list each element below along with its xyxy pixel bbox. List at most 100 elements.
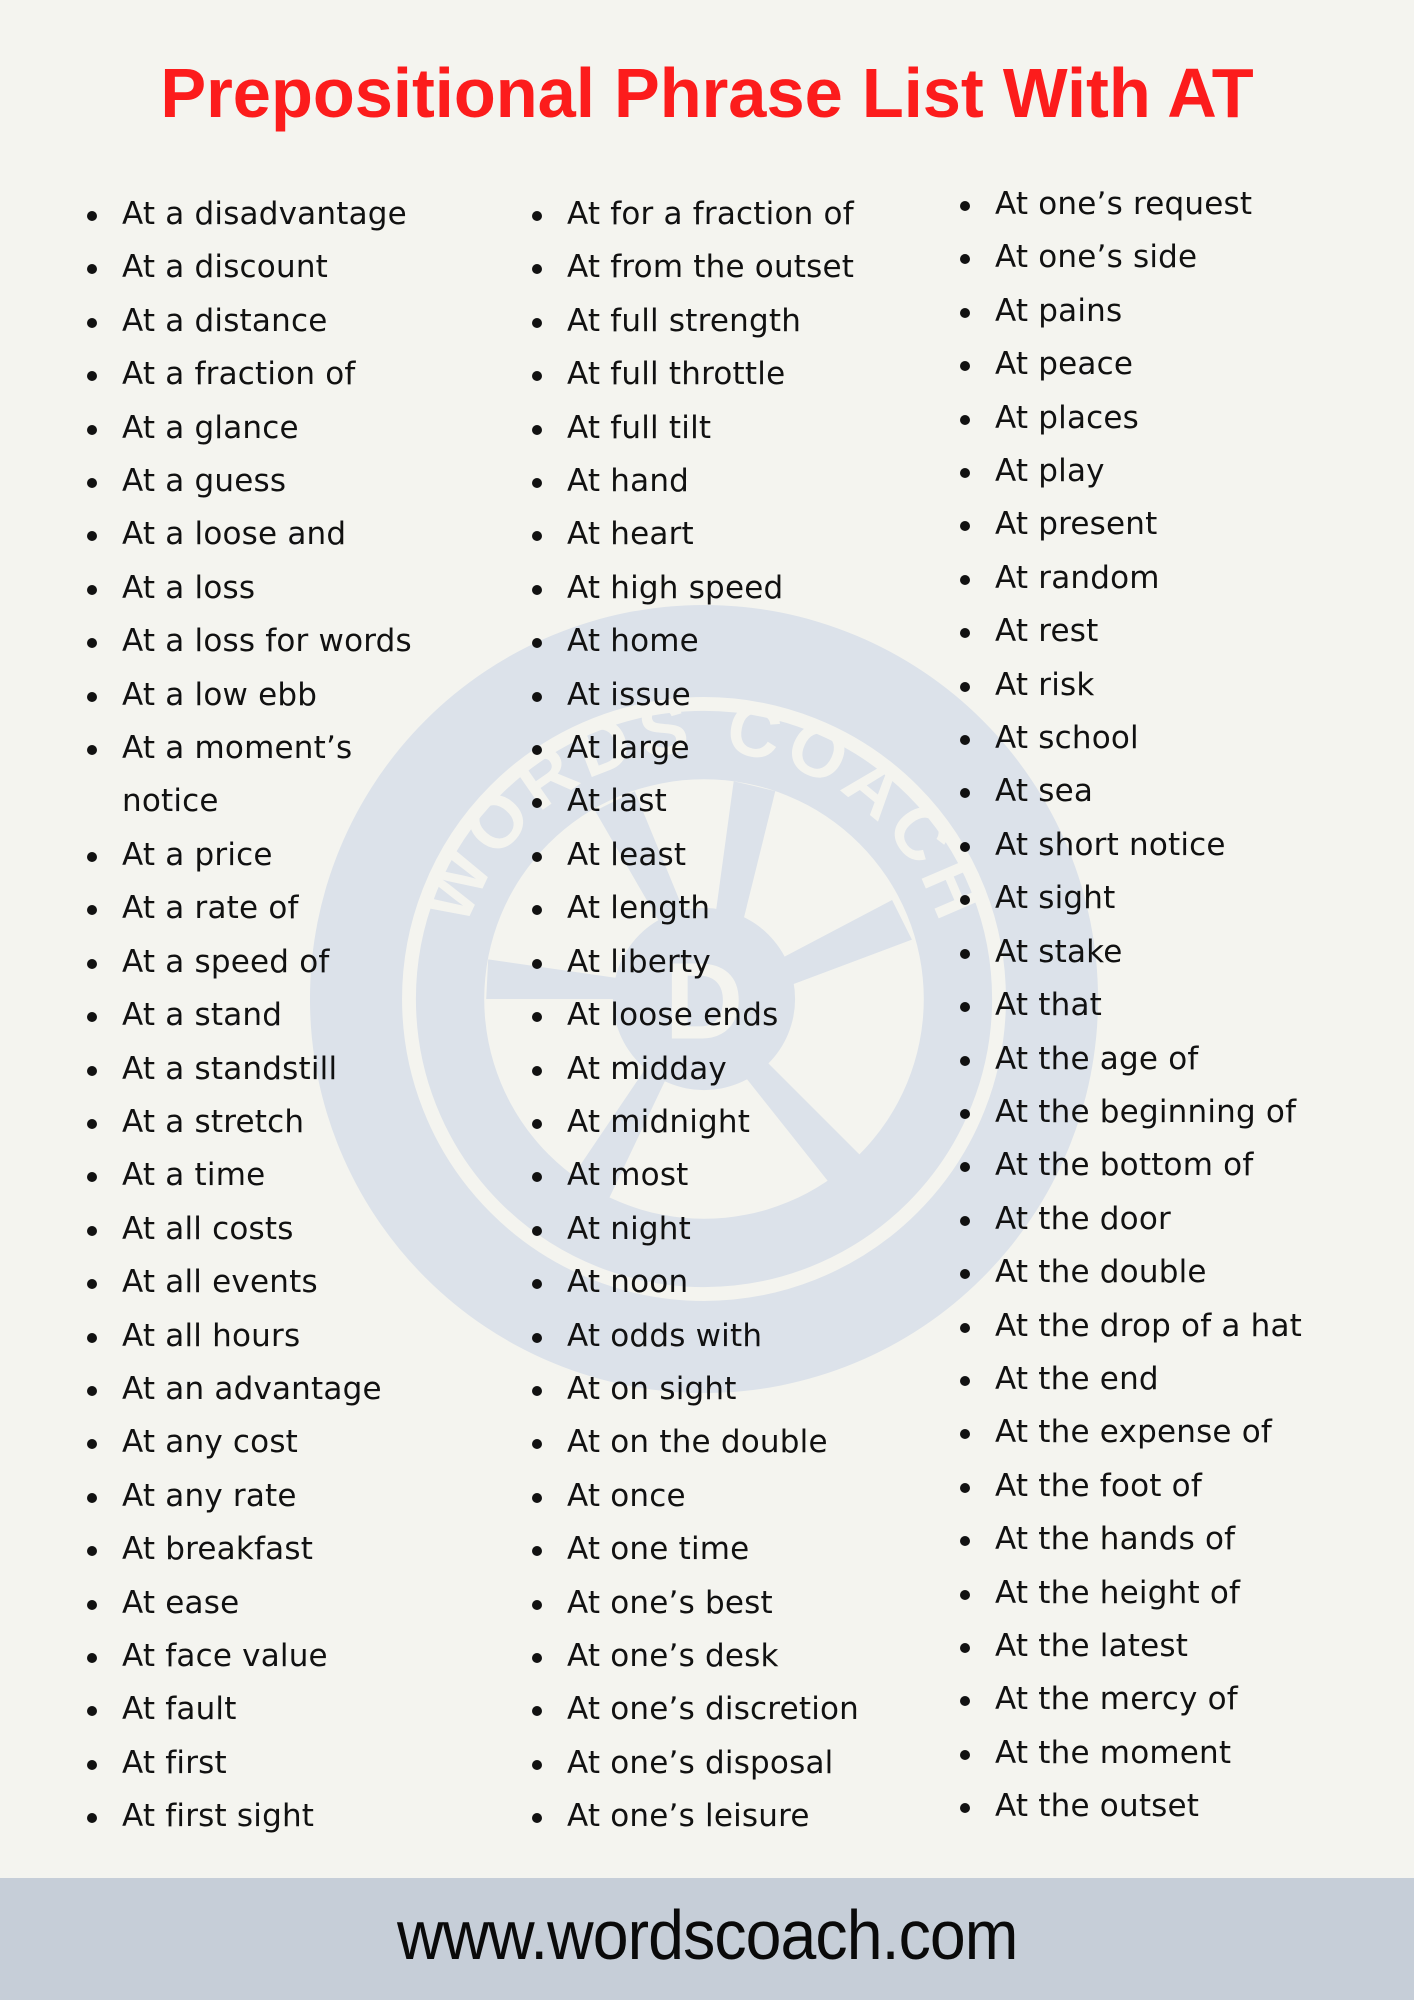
phrase-text: At full strength <box>567 302 802 339</box>
phrase-list-item: At a disadvantage <box>87 188 437 241</box>
phrase-text: At heart <box>567 516 694 553</box>
phrase-text: At issue <box>567 676 691 713</box>
phrase-list-item: At midday <box>532 1043 912 1096</box>
bullet-icon <box>532 1118 542 1129</box>
phrase-list-item: At face value <box>87 1630 437 1683</box>
phrase-text: At noon <box>567 1264 689 1301</box>
bullet-icon <box>87 905 97 916</box>
phrase-text: At full throttle <box>567 356 786 393</box>
bullet-icon <box>87 1759 97 1770</box>
bullet-icon <box>960 1002 970 1013</box>
phrase-list-item: At rest <box>960 605 1380 658</box>
phrase-text: At most <box>567 1157 689 1194</box>
bullet-icon <box>960 307 970 318</box>
phrase-list-item: At present <box>960 498 1380 551</box>
phrase-text: At a loose and <box>122 516 347 553</box>
bullet-icon <box>960 414 970 425</box>
phrase-list-item: At a discount <box>87 241 437 294</box>
phrase-list-item: At all costs <box>87 1203 437 1256</box>
phrase-text: At large <box>567 730 690 767</box>
phrase-column-1: At a disadvantage At a discount At a dista… <box>87 188 437 1844</box>
phrase-list-item: At noon <box>532 1256 912 1309</box>
phrase-text: At any rate <box>122 1477 297 1514</box>
phrase-list-item: At the latest <box>960 1620 1380 1673</box>
bullet-icon <box>87 691 97 702</box>
phrase-text: At a moment’s notice <box>122 730 353 820</box>
bullet-icon <box>87 1492 97 1503</box>
bullet-icon <box>532 958 542 969</box>
phrase-list-item: At a glance <box>87 402 437 455</box>
bullet-icon <box>960 1642 970 1653</box>
bullet-icon <box>87 1385 97 1396</box>
phrase-list-item: At one’s leisure <box>532 1790 912 1843</box>
bullet-icon <box>532 211 542 221</box>
phrase-list-item: At ease <box>87 1577 437 1630</box>
phrase-text: At the height of <box>995 1574 1241 1611</box>
phrase-text: At short notice <box>995 826 1226 863</box>
bullet-icon <box>87 1279 97 1290</box>
phrase-list-item: At sight <box>960 872 1380 925</box>
phrase-text: At a disadvantage <box>122 196 407 232</box>
bullet-icon <box>960 1375 970 1386</box>
phrase-text: At a standstill <box>122 1050 338 1087</box>
phrase-text: At one’s side <box>995 239 1198 276</box>
bullet-icon <box>532 424 542 435</box>
phrase-list-item: At the hands of <box>960 1513 1380 1566</box>
phrase-text: At a glance <box>122 409 299 446</box>
bullet-icon <box>532 264 542 275</box>
phrase-list-item: At heart <box>532 508 912 561</box>
phrase-list-item: At length <box>532 882 912 935</box>
bullet-icon <box>87 424 97 435</box>
bullet-icon <box>960 681 970 692</box>
phrase-list-item: At a guess <box>87 455 437 508</box>
phrase-list-item: At a moment’s notice <box>87 722 437 829</box>
bullet-icon <box>960 788 970 799</box>
bullet-icon <box>87 1652 97 1663</box>
phrase-list-item: At the outset <box>960 1780 1380 1833</box>
phrase-text: At play <box>995 453 1105 490</box>
phrase-text: At ease <box>122 1584 240 1621</box>
bullet-icon <box>532 531 542 542</box>
phrase-text: At a distance <box>122 302 328 339</box>
bullet-icon <box>532 584 542 595</box>
phrase-text: At a time <box>122 1157 266 1194</box>
phrase-list-item: At a distance <box>87 295 437 348</box>
bullet-icon <box>87 638 97 649</box>
phrase-list-item: At the foot of <box>960 1460 1380 1513</box>
phrase-list-item: At an advantage <box>87 1363 437 1416</box>
phrase-list-item: At the age of <box>960 1033 1380 1086</box>
phrase-text: At odds with <box>567 1317 763 1354</box>
phrase-text: At all costs <box>122 1210 294 1247</box>
phrase-text: At a price <box>122 836 273 873</box>
bullet-icon <box>87 531 97 542</box>
phrase-text: At night <box>567 1210 692 1247</box>
phrase-text: At the double <box>995 1254 1207 1291</box>
bullet-icon <box>87 211 97 221</box>
phrase-list-item: At the moment <box>960 1727 1380 1780</box>
bullet-icon <box>532 1813 542 1824</box>
phrase-list-item: At one’s discretion <box>532 1683 912 1736</box>
bullet-icon <box>532 1012 542 1023</box>
phrase-list-item: At midnight <box>532 1096 912 1149</box>
phrase-list-item: At loose ends <box>532 989 912 1042</box>
bullet-icon <box>960 574 970 585</box>
phrase-text: At the end <box>995 1360 1159 1397</box>
bullet-icon <box>87 1118 97 1129</box>
bullet-icon <box>87 1225 97 1236</box>
website-url[interactable]: www.wordscoach.com <box>397 1895 1018 1975</box>
phrase-text: At the foot of <box>995 1467 1202 1504</box>
bullet-icon <box>960 735 970 746</box>
bullet-icon <box>960 1536 970 1547</box>
phrase-text: At midday <box>567 1050 727 1087</box>
phrase-text: At the expense of <box>995 1414 1273 1451</box>
phrase-list-item: At a stand <box>87 989 437 1042</box>
bullet-icon <box>87 371 97 382</box>
phrase-text: At a low ebb <box>122 676 318 713</box>
bullet-icon <box>87 1813 97 1824</box>
phrase-text: At the door <box>995 1200 1171 1237</box>
phrase-list-item: At one time <box>532 1523 912 1576</box>
phrase-text: At full tilt <box>567 409 712 446</box>
phrase-list-item: At breakfast <box>87 1523 437 1576</box>
phrase-text: At first <box>122 1744 227 1781</box>
bullet-icon <box>87 1332 97 1343</box>
